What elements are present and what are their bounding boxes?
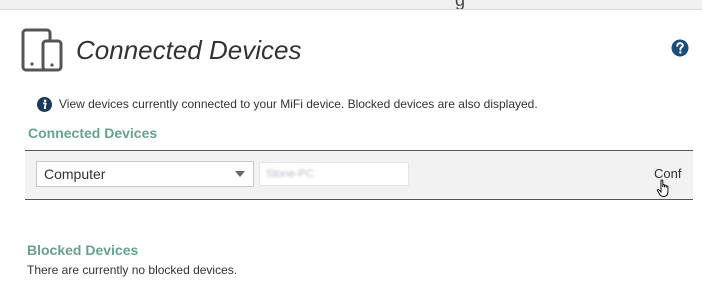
device-name-field[interactable]: Stone-PC xyxy=(259,162,409,186)
info-icon xyxy=(37,96,52,112)
device-row: Computer Stone-PC Conf xyxy=(25,150,693,200)
connected-devices-heading: Connected Devices xyxy=(28,125,158,141)
info-text: View devices currently connected to your… xyxy=(59,97,538,111)
connected-devices-page: g Connected Devices View devices current… xyxy=(0,0,702,297)
device-name-value: Stone-PC xyxy=(266,168,314,180)
blocked-devices-empty-message: There are currently no blocked devices. xyxy=(27,263,238,277)
device-type-value: Computer xyxy=(44,166,106,182)
info-message: View devices currently connected to your… xyxy=(37,95,538,113)
mobile-device-icon xyxy=(21,28,63,72)
chevron-down-icon xyxy=(235,171,245,177)
help-icon[interactable] xyxy=(671,39,689,57)
hand-cursor-icon xyxy=(656,179,669,198)
page-title: Connected Devices xyxy=(76,35,302,65)
blocked-devices-heading: Blocked Devices xyxy=(27,242,139,258)
header-title-fragment: g xyxy=(455,0,466,10)
top-header-strip: g xyxy=(0,0,702,10)
device-type-select[interactable]: Computer xyxy=(36,161,254,187)
